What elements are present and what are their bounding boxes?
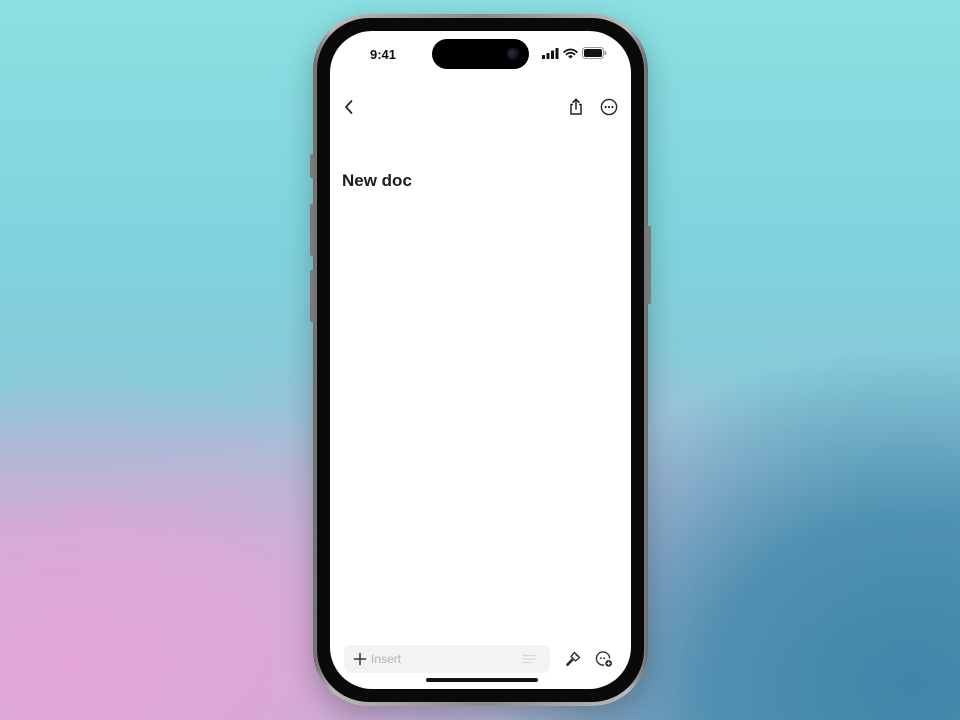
dynamic-island xyxy=(432,39,529,69)
power-button xyxy=(647,226,651,304)
silent-switch xyxy=(310,154,314,178)
share-button[interactable] xyxy=(562,93,590,121)
text-lines-icon[interactable] xyxy=(522,654,536,664)
phone-frame: 9:41 New doc Insert xyxy=(310,14,651,706)
assistant-icon xyxy=(595,651,612,667)
paintbrush-icon xyxy=(566,651,581,666)
home-indicator[interactable] xyxy=(426,678,538,682)
top-navigation-bar xyxy=(330,93,631,125)
app-screen: 9:41 New doc Insert xyxy=(330,31,631,689)
chevron-left-icon xyxy=(345,100,353,114)
status-icons xyxy=(542,47,607,59)
volume-down-button xyxy=(310,270,314,322)
document-title[interactable]: New doc xyxy=(342,171,412,191)
more-icon xyxy=(600,98,618,116)
assistant-button[interactable] xyxy=(590,645,618,673)
style-button[interactable] xyxy=(559,645,587,673)
insert-placeholder: Insert xyxy=(371,652,402,666)
cellular-signal-icon xyxy=(542,47,559,59)
battery-icon xyxy=(582,47,607,59)
bottom-toolbar: Insert xyxy=(330,645,631,675)
back-button[interactable] xyxy=(335,93,363,121)
front-camera xyxy=(507,48,519,60)
insert-input[interactable]: Insert xyxy=(344,645,550,673)
status-time: 9:41 xyxy=(370,47,397,62)
more-button[interactable] xyxy=(595,93,623,121)
plus-icon xyxy=(353,652,367,666)
volume-up-button xyxy=(310,204,314,256)
wifi-icon xyxy=(563,48,578,59)
share-icon xyxy=(570,98,582,115)
